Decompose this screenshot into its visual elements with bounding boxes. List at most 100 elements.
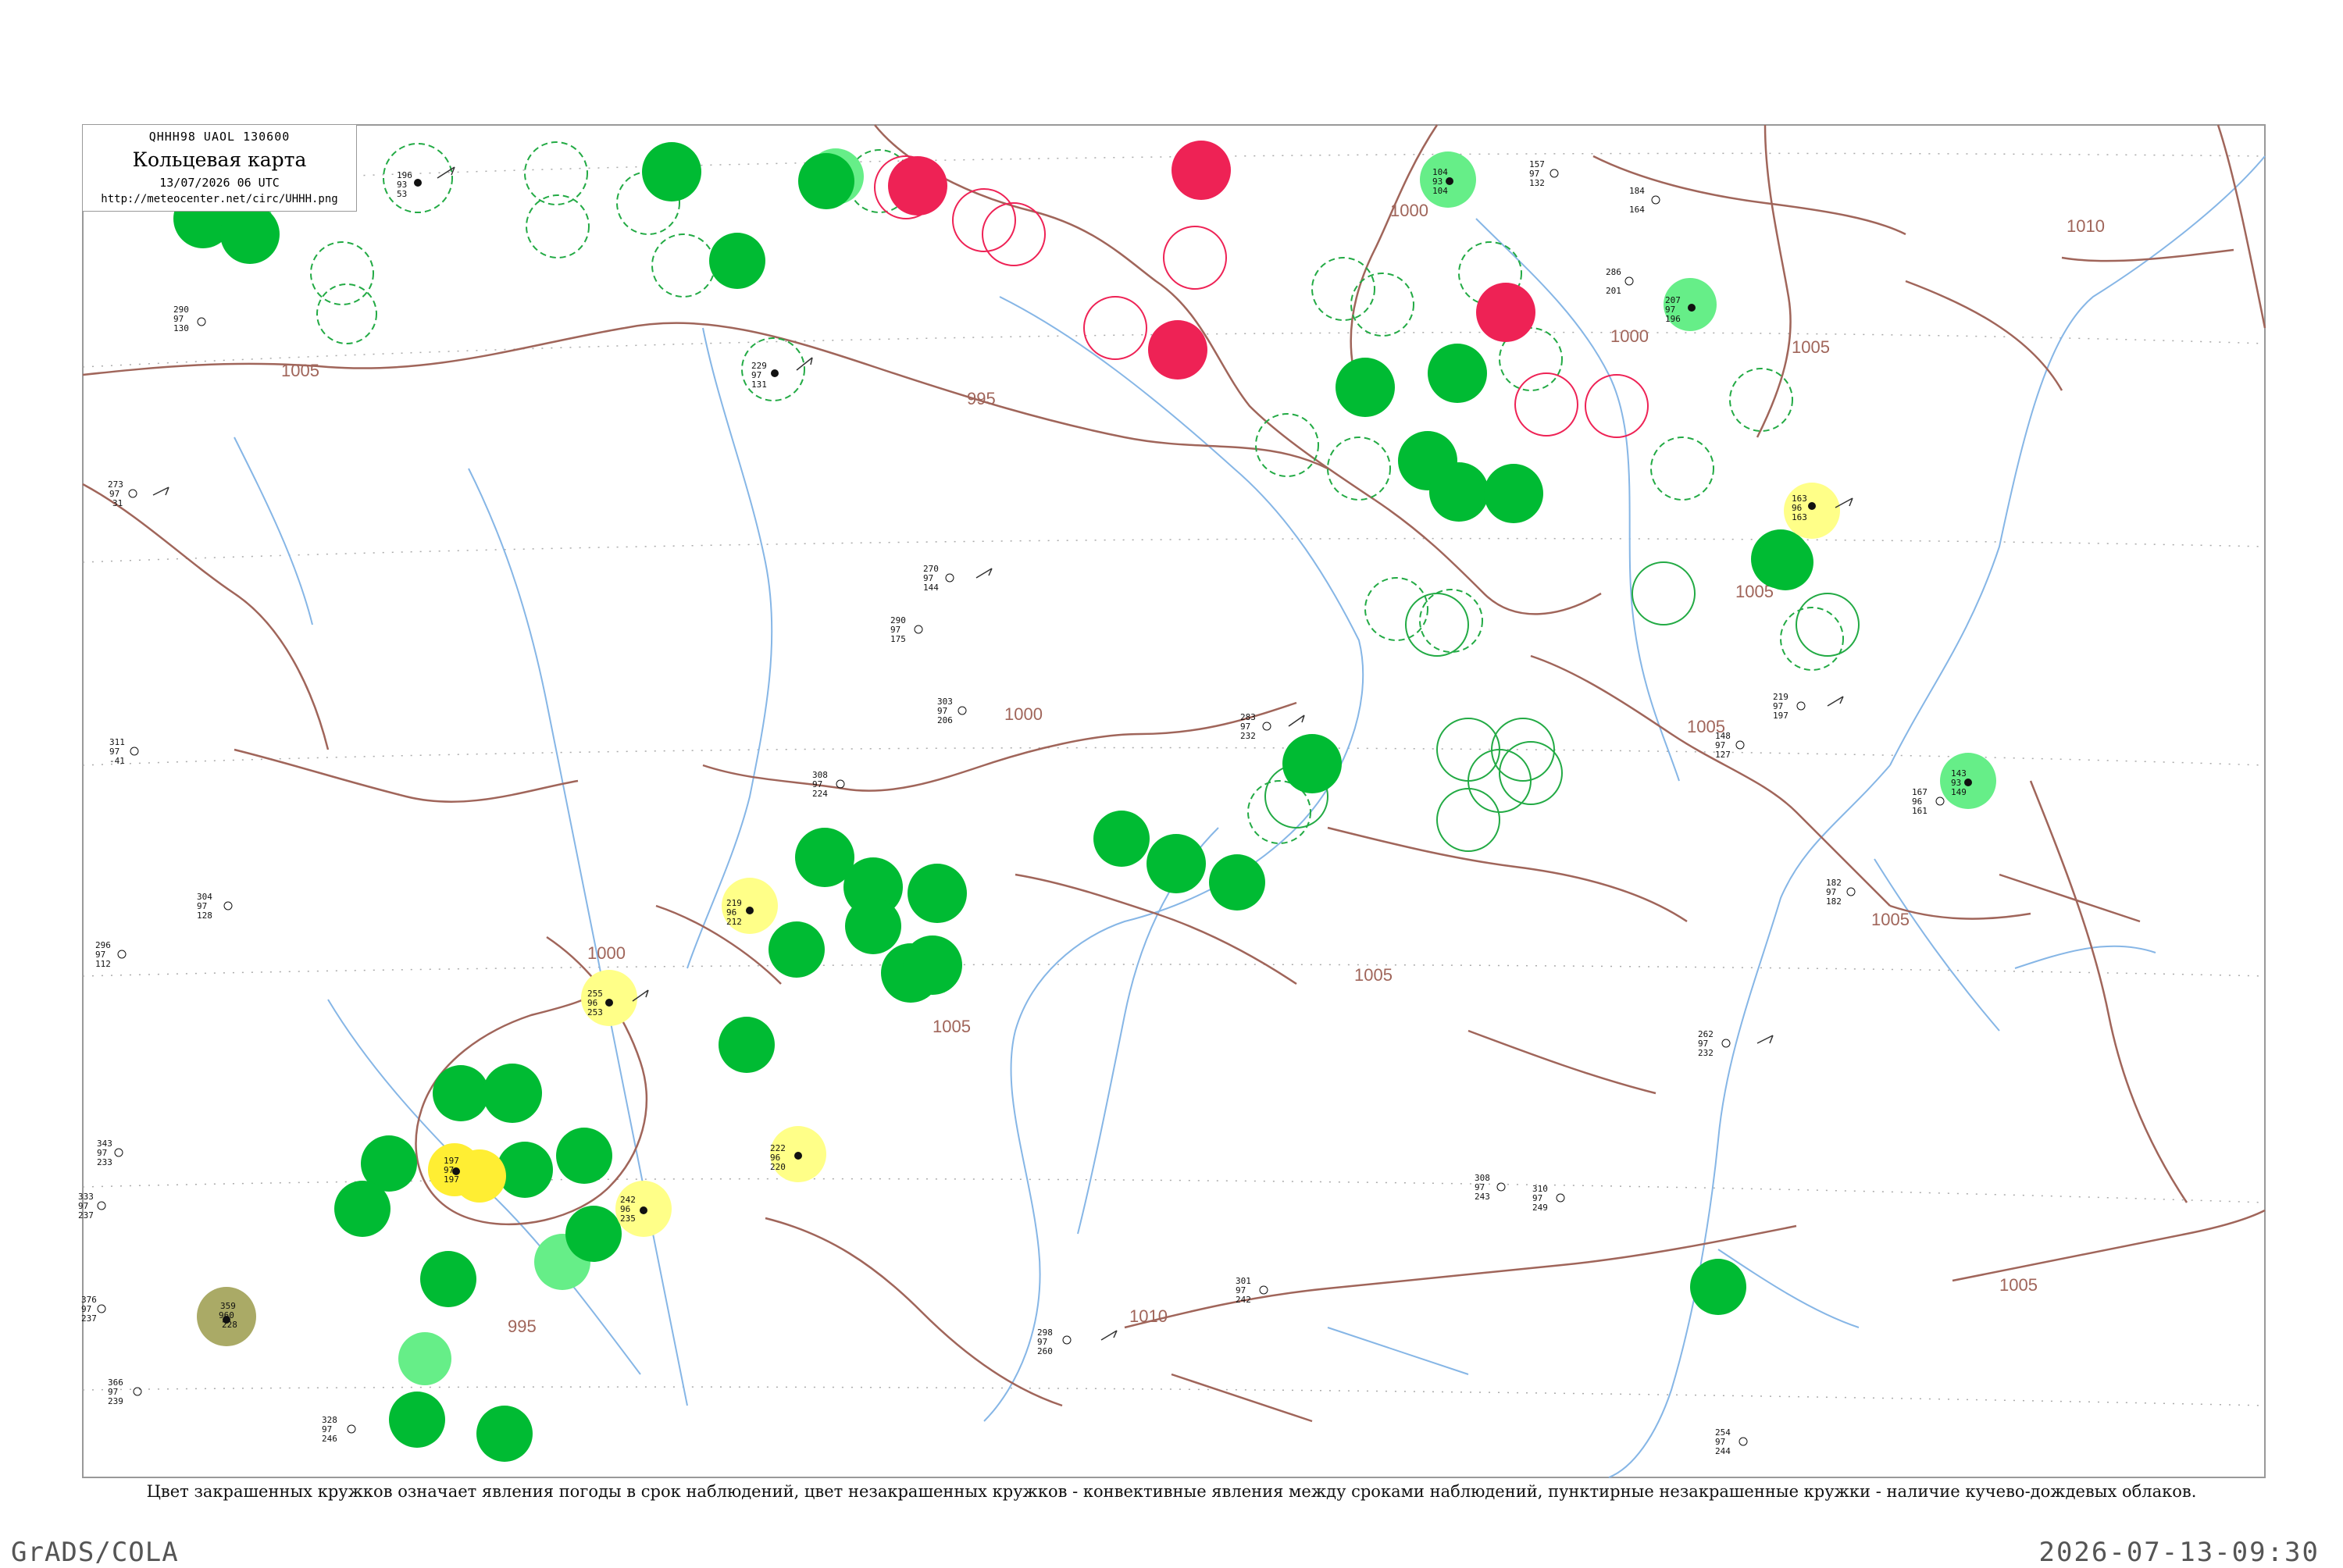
rain-circle <box>389 1392 445 1448</box>
convective-circle <box>1514 372 1578 437</box>
station-marker <box>1262 722 1271 731</box>
cb-dashed-circle <box>1311 257 1375 321</box>
footer-timestamp: 2026-07-13-09:30 <box>2038 1537 2320 1568</box>
rain-circle <box>220 205 280 264</box>
station-dewpoint: 31 <box>112 498 123 508</box>
cb-dashed-circle <box>1729 368 1793 432</box>
station-dewpoint: 243 <box>1475 1192 1490 1202</box>
isobar-label: 1010 <box>2067 216 2105 236</box>
station-dewpoint: 144 <box>923 583 939 593</box>
station-plot: 283 97 232 <box>1240 712 1271 741</box>
convective-circle <box>1405 593 1469 657</box>
cb-dashed-circle <box>383 143 453 213</box>
rain-circle <box>908 864 967 923</box>
station-plot: 366 97 239 <box>108 1377 142 1406</box>
rain-circle <box>1428 344 1487 403</box>
rain-circle <box>845 898 901 954</box>
rain-circle <box>769 921 825 978</box>
station-dewpoint: 163 <box>1792 512 1807 522</box>
station-dewpoint: 149 <box>1951 787 1967 797</box>
station-dewpoint: 249 <box>1532 1203 1548 1213</box>
thunderstorm-circle <box>1172 141 1231 200</box>
station-dewpoint: 161 <box>1912 806 1928 816</box>
station-dewpoint: 260 <box>1037 1346 1053 1356</box>
convective-circle <box>1499 741 1563 805</box>
station-dewpoint: -41 <box>109 756 125 766</box>
station-plot: 219 97 197 <box>1773 692 1806 721</box>
rain-circle <box>1336 358 1395 417</box>
rain-circle <box>903 935 962 995</box>
station-marker <box>746 907 754 914</box>
map-title: Кольцевая карта <box>132 148 307 171</box>
station-marker <box>347 1424 356 1434</box>
station-plot: 303 97 206 <box>937 697 967 725</box>
isobar-label: 1010 <box>1129 1306 1168 1326</box>
station-dewpoint: 175 <box>890 634 906 644</box>
station-marker <box>1651 195 1660 205</box>
station-marker <box>914 625 923 634</box>
station-dewpoint: 237 <box>78 1210 94 1221</box>
station-plot: 148 97 127 <box>1715 731 1745 760</box>
station-plot: 167 96 161 <box>1912 787 1945 816</box>
rain-circle <box>1282 734 1342 793</box>
cb-dashed-circle <box>526 194 590 258</box>
convective-circle <box>1083 296 1147 360</box>
cb-dashed-circle <box>310 241 374 305</box>
station-dewpoint: 197 <box>1773 711 1788 721</box>
thunderstorm-circle <box>1148 320 1207 380</box>
isobar-label: 1000 <box>1004 704 1043 724</box>
rain-circle <box>1209 854 1265 911</box>
station-marker <box>1721 1039 1731 1048</box>
station-marker <box>945 573 954 583</box>
station-dewpoint: 246 <box>322 1434 337 1444</box>
station-marker <box>97 1201 106 1210</box>
header-code: QHHH98 UAOL 130600 <box>148 130 291 144</box>
station-dewpoint: 112 <box>95 959 111 969</box>
station-dewpoint: 242 <box>1236 1295 1251 1305</box>
station-plot: 290 97 130 <box>173 305 206 333</box>
rain-circle <box>1093 811 1150 867</box>
station-marker <box>1739 1437 1748 1446</box>
station-plot: 308 97 243 <box>1475 1173 1506 1202</box>
station-plot: 184 164 <box>1629 186 1660 215</box>
station-marker <box>1556 1193 1565 1203</box>
station-marker <box>1808 502 1816 510</box>
station-dewpoint: 131 <box>751 380 767 390</box>
station-dewpoint: 53 <box>397 189 407 199</box>
station-plot: 254 97 244 <box>1715 1427 1748 1456</box>
station-plot: 182 97 182 <box>1826 878 1856 907</box>
station-marker <box>640 1206 647 1214</box>
isobar-label: 1000 <box>587 943 626 963</box>
station-dewpoint: 182 <box>1826 896 1842 907</box>
station-marker <box>128 489 137 498</box>
station-dewpoint: 196 <box>1665 314 1681 324</box>
station-dewpoint: 127 <box>1715 750 1731 760</box>
station-marker <box>1062 1335 1072 1345</box>
station-plot: 290 97 175 <box>890 615 923 644</box>
isobar-label: 1000 <box>1390 201 1428 220</box>
station-marker <box>223 901 233 911</box>
rain-circle <box>556 1128 612 1184</box>
station-marker <box>1796 701 1806 711</box>
isobar-label: 1000 <box>1610 326 1649 346</box>
station-dewpoint: 130 <box>173 323 189 333</box>
cb-dashed-circle <box>1350 273 1414 337</box>
station-marker <box>836 779 845 789</box>
station-dewpoint: 253 <box>587 1007 603 1017</box>
rain-circle <box>798 153 854 209</box>
station-dewpoint: 128 <box>197 911 212 921</box>
station-marker <box>197 317 206 326</box>
station-dewpoint: 237 <box>81 1313 97 1324</box>
station-dewpoint: 212 <box>726 917 742 927</box>
convective-circle <box>1632 561 1696 625</box>
station-plots: 196 93 53 229 97 131 163 96 163 255 96 2… <box>78 159 1972 1456</box>
isobar-label: 1005 <box>933 1017 971 1036</box>
rain-circle <box>719 1017 775 1073</box>
station-plot: 301 97 242 <box>1236 1276 1268 1305</box>
convective-circle <box>1796 593 1860 657</box>
station-dewpoint: 232 <box>1698 1048 1714 1058</box>
rain-circle <box>1484 464 1543 523</box>
rain-circle <box>565 1206 622 1262</box>
cb-dashed-circle <box>1364 577 1428 641</box>
isobar-label: 995 <box>508 1317 537 1336</box>
